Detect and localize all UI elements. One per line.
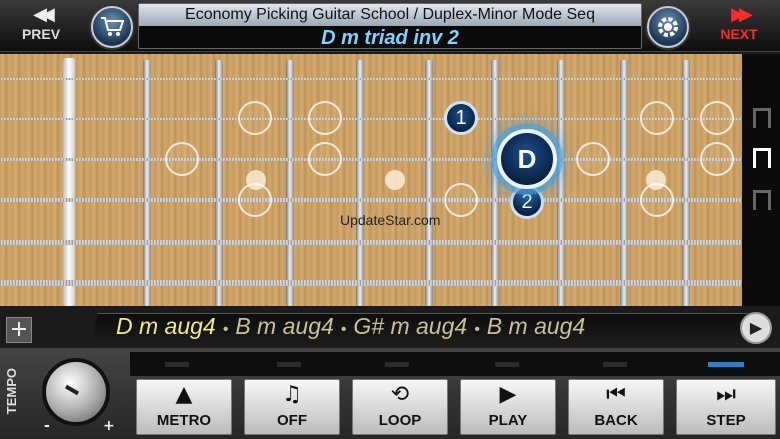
- fret: [286, 60, 294, 306]
- scale-note-marker[interactable]: [700, 101, 734, 135]
- scale-note-marker[interactable]: [165, 142, 199, 176]
- prev-label: PREV: [21, 26, 61, 42]
- prev-arrows-icon: ◀◀: [33, 4, 55, 25]
- scale-note-marker[interactable]: [308, 142, 342, 176]
- sequence-item[interactable]: G# m aug4: [353, 313, 467, 339]
- play-button[interactable]: ▶ PLAY: [460, 379, 556, 435]
- root-note[interactable]: D: [497, 129, 557, 189]
- beat-indicator-strip: [130, 352, 780, 376]
- finger-2-note[interactable]: 2: [510, 185, 544, 219]
- sequence-item[interactable]: B m aug4: [235, 313, 333, 339]
- finger-1-note[interactable]: 1: [444, 101, 478, 135]
- fret: [215, 60, 223, 306]
- sequence-play-button[interactable]: ▶: [740, 312, 772, 344]
- position-marker[interactable]: [753, 190, 771, 210]
- position-marker-active[interactable]: [753, 148, 771, 168]
- play-label: PLAY: [488, 412, 528, 429]
- metro-button[interactable]: ▲ METRO: [136, 379, 232, 435]
- guitar-string: [0, 198, 742, 202]
- chord-title: D m triad inv 2: [321, 27, 459, 49]
- separator: •: [222, 321, 229, 338]
- guitar-string: [0, 240, 742, 245]
- fret: [620, 60, 628, 306]
- tempo-label: TEMPO: [4, 368, 19, 415]
- back-button[interactable]: ⏮ BACK: [568, 379, 664, 435]
- fret: [425, 60, 433, 306]
- fret: [682, 60, 690, 306]
- guitar-string: [0, 158, 742, 161]
- add-button[interactable]: +: [6, 317, 32, 343]
- position-marker[interactable]: [753, 108, 771, 128]
- fret: [143, 60, 151, 306]
- sequence-item[interactable]: B m aug4: [487, 313, 585, 339]
- next-label: NEXT: [720, 26, 758, 42]
- cart-icon: [101, 17, 124, 36]
- title-display: Economy Picking Guitar School / Duplex-M…: [138, 3, 642, 49]
- separator: •: [474, 321, 480, 338]
- scale-note-marker[interactable]: [640, 183, 674, 217]
- separator: •: [340, 321, 347, 338]
- loop-button[interactable]: ⟲ LOOP: [352, 379, 448, 435]
- guitar-string: [0, 118, 742, 120]
- back-label: BACK: [594, 412, 638, 429]
- gear-icon: [658, 17, 678, 37]
- beat-indicator: [165, 362, 189, 367]
- tempo-knob[interactable]: [42, 358, 110, 426]
- scale-note-marker[interactable]: [576, 142, 610, 176]
- beat-indicator: [277, 362, 301, 367]
- prev-button[interactable]: ◀◀ PREV: [0, 4, 82, 48]
- tempo-minus: -: [44, 418, 50, 434]
- fret: [557, 60, 565, 306]
- beat-indicator-active: [708, 362, 744, 367]
- next-button[interactable]: ▶▶ NEXT: [698, 4, 780, 48]
- skip-forward-icon: ⏭: [716, 382, 736, 407]
- guitar-string: [0, 280, 742, 286]
- metro-label: METRO: [156, 412, 212, 429]
- off-label: OFF: [277, 412, 307, 429]
- fretboard[interactable]: [0, 54, 742, 306]
- top-bar: ◀◀ PREV Economy Picking Guitar School / …: [0, 0, 780, 52]
- scale-note-marker[interactable]: [640, 101, 674, 135]
- cart-button[interactable]: [91, 6, 133, 48]
- scale-note-marker[interactable]: [700, 142, 734, 176]
- play-icon: ▶: [499, 382, 517, 407]
- beat-indicator: [495, 362, 519, 367]
- skip-back-icon: ⏮: [606, 382, 626, 407]
- watermark: UpdateStar.com: [340, 212, 441, 228]
- sequence-item-current[interactable]: D m aug4: [116, 313, 216, 339]
- sound-off-button[interactable]: ♫ OFF: [244, 379, 340, 435]
- next-arrows-icon: ▶▶: [731, 4, 753, 25]
- fret: [356, 60, 364, 306]
- fret: [491, 60, 499, 306]
- scale-note-marker[interactable]: [444, 183, 478, 217]
- lesson-title: Economy Picking Guitar School / Duplex-M…: [139, 4, 641, 26]
- step-button[interactable]: ⏭ STEP: [676, 379, 776, 435]
- loop-label: LOOP: [378, 412, 422, 429]
- play-arrow-icon: ▶: [749, 318, 763, 337]
- fret-inlay: [385, 170, 405, 190]
- beat-indicator: [385, 362, 409, 367]
- step-label: STEP: [706, 412, 746, 429]
- tempo-plus: +: [103, 418, 115, 434]
- scale-note-marker[interactable]: [238, 101, 272, 135]
- music-note-icon: ♫: [282, 382, 302, 407]
- sequence-list[interactable]: D m aug4 • B m aug4 • G# m aug4 • B m aug4: [116, 313, 736, 340]
- triangle-up-icon: ▲: [175, 382, 193, 407]
- guitar-nut: [63, 58, 75, 306]
- beat-indicator: [603, 362, 627, 367]
- scale-note-marker[interactable]: [308, 101, 342, 135]
- guitar-string: [0, 78, 742, 80]
- loop-icon: ⟲: [390, 382, 410, 407]
- scale-note-marker[interactable]: [238, 183, 272, 217]
- position-panel: [742, 54, 780, 306]
- settings-button[interactable]: [647, 6, 689, 48]
